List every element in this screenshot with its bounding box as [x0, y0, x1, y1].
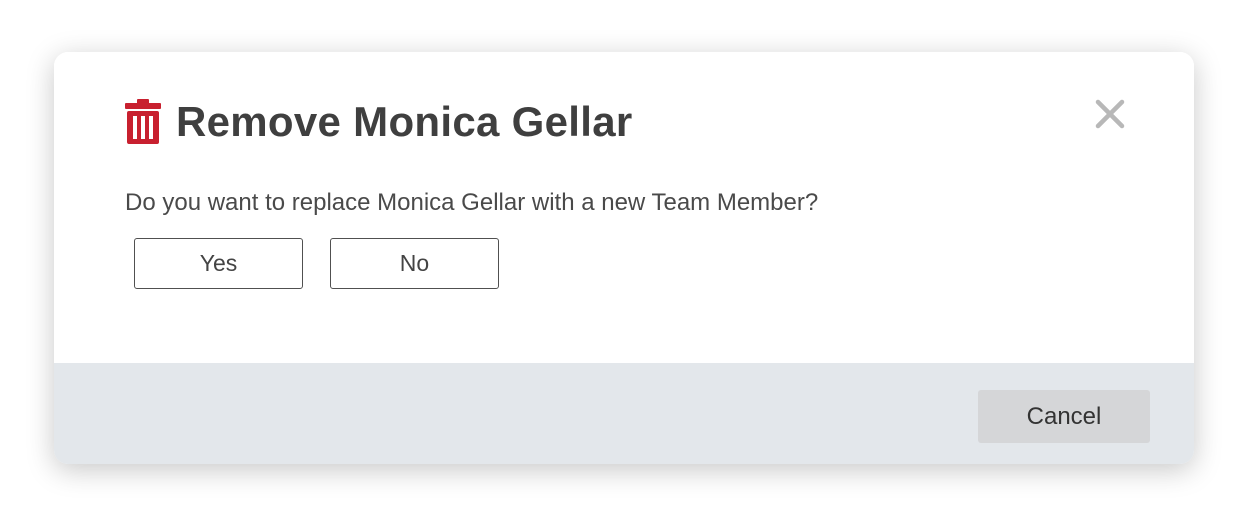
replace-question: Do you want to replace Monica Gellar wit… [125, 189, 819, 216]
dialog-title: Remove Monica Gellar [176, 98, 633, 145]
cancel-button[interactable]: Cancel [978, 390, 1150, 443]
close-icon [1095, 99, 1125, 134]
remove-member-dialog: Remove Monica Gellar Do you want to repl… [54, 52, 1194, 464]
no-button[interactable]: No [330, 238, 499, 289]
dialog-footer: Cancel [54, 363, 1194, 464]
dialog-body: Remove Monica Gellar Do you want to repl… [54, 52, 1194, 363]
close-button[interactable] [1092, 98, 1128, 134]
yes-button[interactable]: Yes [134, 238, 303, 289]
dialog-header: Remove Monica Gellar [124, 92, 633, 152]
trash-icon [124, 99, 162, 145]
